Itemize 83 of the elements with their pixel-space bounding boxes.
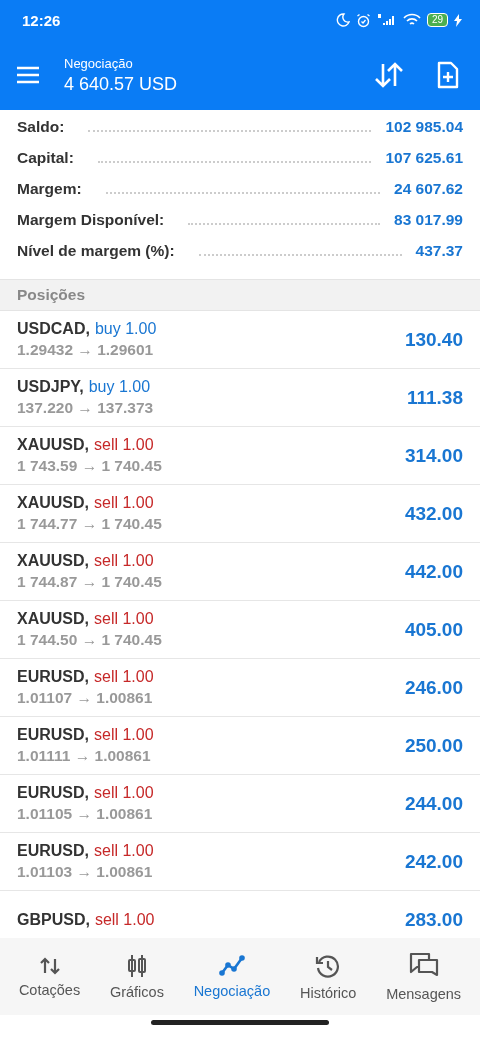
moon-icon <box>335 13 350 27</box>
trade-type: sell 1.00 <box>94 610 154 628</box>
candlestick-icon <box>125 953 148 978</box>
screen-title: Negociação <box>64 55 133 71</box>
status-time: 12:26 <box>22 11 61 29</box>
price-range: 1.01111 → 1.00861 <box>17 747 152 765</box>
nav-tab[interactable]: Cotações <box>18 953 81 1000</box>
trade-type: buy 1.00 <box>88 378 151 396</box>
position-row[interactable]: EURUSD, sell 1.00 1.01105 → 1.00861 244.00 <box>0 775 480 833</box>
position-symbol: USDCAD, <box>17 320 90 338</box>
position-symbol: GBPUSD, <box>17 910 90 929</box>
price-range: 1 744.87 → 1 740.45 <box>17 573 163 591</box>
position-symbol: EURUSD, <box>17 726 89 744</box>
position-row[interactable]: XAUUSD, sell 1.00 1 743.59 → 1 740.45 314.00 <box>0 427 480 485</box>
position-row[interactable]: USDJPY, buy 1.00 137.220 → 137.373 111.38 <box>0 369 480 427</box>
summary-value: 83 017.99 <box>394 211 463 229</box>
position-row[interactable]: EURUSD, sell 1.00 1.01111 → 1.00861 250.00 <box>0 717 480 775</box>
position-row[interactable]: EURUSD, sell 1.00 1.01103 → 1.00861 242.00 <box>0 833 480 891</box>
price-range: 1.29432 → 1.29601 <box>17 341 155 359</box>
position-profit: 111.38 <box>406 386 463 409</box>
price-range: 1 744.50 → 1 740.45 <box>17 631 163 649</box>
trade-type: sell 1.00 <box>94 726 154 744</box>
position-symbol: EURUSD, <box>17 842 89 860</box>
price-range: 1 744.77 → 1 740.45 <box>17 515 163 533</box>
menu-icon <box>16 66 40 84</box>
trade-type: buy 1.00 <box>94 320 157 338</box>
position-row[interactable]: EURUSD, sell 1.00 1.01107 → 1.00861 246.00 <box>0 659 480 717</box>
trade-type: sell 1.00 <box>94 842 154 860</box>
nav-tab[interactable]: Gráficos <box>109 951 164 1002</box>
line-chart-icon <box>218 954 245 977</box>
position-profit: 246.00 <box>404 676 463 699</box>
summary-label: Margem: <box>17 180 82 198</box>
battery-level: 29 <box>426 13 448 27</box>
position-row[interactable]: USDCAD, buy 1.00 1.29432 → 1.29601 130.40 <box>0 311 480 369</box>
price-range: 1 743.59 → 1 740.45 <box>17 457 163 475</box>
position-symbol: EURUSD, <box>17 668 89 686</box>
summary-value: 102 985.04 <box>385 118 463 136</box>
position-profit: 283.00 <box>404 908 463 931</box>
nav-tab[interactable]: Histórico <box>299 950 357 1003</box>
position-profit: 432.00 <box>404 502 463 525</box>
position-row[interactable]: XAUUSD, sell 1.00 1 744.87 → 1 740.45 442.00 <box>0 543 480 601</box>
position-profit: 244.00 <box>404 792 463 815</box>
history-icon <box>315 952 342 979</box>
position-profit: 405.00 <box>404 618 463 641</box>
trade-type: sell 1.00 <box>94 668 154 686</box>
alarm-icon <box>355 12 371 28</box>
position-symbol: XAUUSD, <box>17 436 89 454</box>
summary-label: Margem Disponível: <box>17 211 165 229</box>
account-balance: 4 640.57 USD <box>64 73 178 95</box>
section-header: Posições <box>0 279 480 311</box>
nav-tab[interactable]: Mensagens <box>386 949 462 1004</box>
price-range: 1.01105 → 1.00861 <box>17 805 154 823</box>
position-profit: 242.00 <box>404 850 463 873</box>
trade-type: sell 1.00 <box>94 494 154 512</box>
summary-label: Saldo: <box>17 118 65 136</box>
price-range: 1.01107 → 1.00861 <box>17 689 154 707</box>
position-row[interactable]: XAUUSD, sell 1.00 1 744.77 → 1 740.45 432.00 <box>0 485 480 543</box>
position-symbol: XAUUSD, <box>17 494 89 512</box>
summary-label: Capital: <box>17 149 74 167</box>
position-symbol: USDJPY, <box>17 378 84 396</box>
position-symbol: XAUUSD, <box>17 610 89 628</box>
position-symbol: XAUUSD, <box>17 552 89 570</box>
position-profit: 442.00 <box>404 560 463 583</box>
trade-type: sell 1.00 <box>94 436 154 454</box>
wifi-icon <box>402 13 421 27</box>
position-profit: 250.00 <box>404 734 463 757</box>
position-profit: 314.00 <box>404 444 463 467</box>
trade-type: sell 1.00 <box>94 910 155 929</box>
position-profit: 130.40 <box>404 328 463 351</box>
summary-value: 437.37 <box>415 242 463 260</box>
price-range: 1.01103 → 1.00861 <box>17 863 154 881</box>
nav-tab[interactable]: Negociação <box>193 952 271 1001</box>
arrows-icon <box>38 955 61 976</box>
position-symbol: EURUSD, <box>17 784 89 802</box>
trade-type: sell 1.00 <box>94 784 154 802</box>
price-range: 137.220 → 137.373 <box>17 399 155 417</box>
summary-label: Nível de margem (%): <box>17 242 175 260</box>
charging-icon <box>454 13 462 27</box>
signal-icon <box>376 13 397 27</box>
summary-value: 107 625.61 <box>385 149 463 167</box>
position-row[interactable]: XAUUSD, sell 1.00 1 744.50 → 1 740.45 405.00 <box>0 601 480 659</box>
summary-value: 24 607.62 <box>394 180 463 198</box>
trade-type: sell 1.00 <box>94 552 154 570</box>
